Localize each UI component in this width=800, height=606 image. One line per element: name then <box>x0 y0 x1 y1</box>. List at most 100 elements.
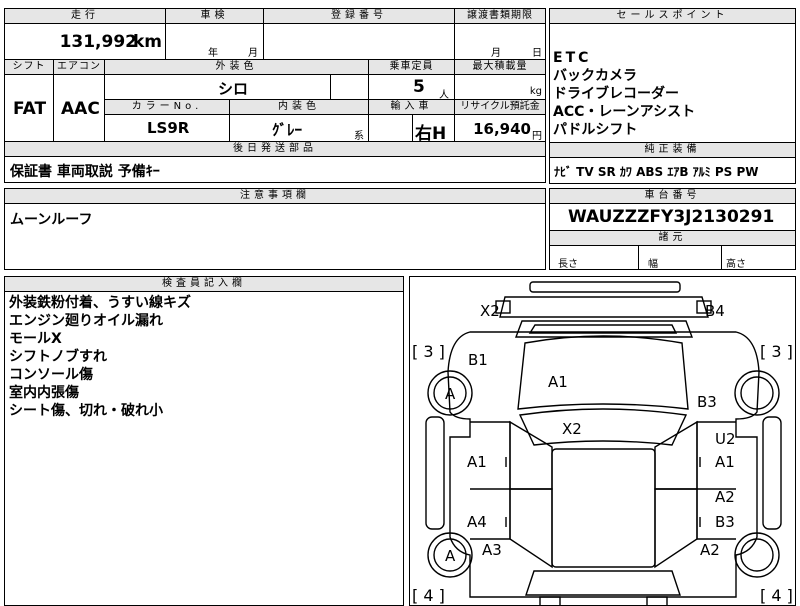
notes-header: 注意事項欄 <box>4 188 546 204</box>
mark-left-front-door: A1 <box>467 453 487 471</box>
import-value: 右H <box>415 124 447 142</box>
inspector-note: モールX <box>9 331 62 347</box>
recycle-cell: 16,940 円 <box>454 114 546 142</box>
tire-right-rear-label: [ 4 ] <box>760 586 793 605</box>
tire-left-rear-label: [ 4 ] <box>412 586 445 605</box>
dimensions-height-cell: 高さ <box>721 245 796 270</box>
dimensions-length-label: 長さ <box>558 259 578 270</box>
notes-value: ムーンルーフ <box>10 212 93 228</box>
car-diagram-box: [ 3 ] [ 3 ] [ 4 ] [ 4 ] X2 B4 B1 A A1 B3… <box>409 276 796 606</box>
interior-color-cell: ｸﾞﾚｰ 系 <box>229 114 369 142</box>
interior-color-value: ｸﾞﾚｰ <box>272 121 303 139</box>
genuine-equipment-header: 純正装備 <box>549 142 796 158</box>
inspector-note: シート傷、切れ・破れ小 <box>9 403 163 419</box>
genuine-equipment-cell: ﾅﾋﾞ TV SR ｶﾜ ABS ｴｱB ｱﾙﾐ PS PW <box>549 157 796 184</box>
import-divider <box>412 115 413 141</box>
chassis-no-value: WAUZZZFY3J2130291 <box>568 207 775 227</box>
notes-cell: ムーンルーフ <box>4 203 546 270</box>
sales-point-item: ETC <box>553 50 592 66</box>
exterior-color-divider <box>330 75 331 99</box>
transfer-month-unit: 月 <box>491 48 501 59</box>
dimensions-width-label: 幅 <box>648 259 658 270</box>
transfer-day-unit: 日 <box>532 48 542 59</box>
color-no-header: カラーNo. <box>104 99 230 115</box>
exterior-color-header: 外装色 <box>104 59 369 75</box>
capacity-header: 乗車定員 <box>368 59 455 75</box>
inspector-note: コンソール傷 <box>9 367 93 383</box>
mark-right-rear-door: B3 <box>715 513 735 531</box>
inspector-notes-list: 外装鉄粉付着、うすい線キズ エンジン廻りオイル漏れ モールX シフトノブすれ コ… <box>9 294 191 420</box>
color-no-cell: LS9R <box>104 114 230 142</box>
import-header: 輸入車 <box>368 99 455 115</box>
mark-right-front-door: A1 <box>715 453 735 471</box>
genuine-equipment-value: ﾅﾋﾞ TV SR ｶﾜ ABS ｴｱB ｱﾙﾐ PS PW <box>554 165 759 179</box>
mark-left-front-wheel: A <box>445 385 456 403</box>
color-no-value: LS9R <box>147 119 190 137</box>
later-parts-header: 後日発送部品 <box>4 141 546 157</box>
inspection-month-unit: 月 <box>248 48 258 59</box>
tire-right-front-label: [ 3 ] <box>760 342 793 361</box>
mileage-cell: 131,992 km <box>4 23 166 60</box>
transfer-deadline-cell: 月 日 <box>454 23 546 60</box>
tire-left-front-label: [ 3 ] <box>412 342 445 361</box>
interior-color-header: 内装色 <box>229 99 369 115</box>
dimensions-header: 諸元 <box>549 230 796 246</box>
mileage-header: 走行 <box>4 8 166 24</box>
mark-left-rear-door: A4 <box>467 513 487 531</box>
inspector-header: 検査員記入欄 <box>4 276 404 292</box>
sales-point-item: パドルシフト <box>553 122 638 138</box>
recycle-header: リサイクル預託金 <box>454 99 546 115</box>
inspection-year-unit: 年 <box>208 48 218 59</box>
mark-right-front-door-upper: U2 <box>715 430 736 448</box>
inspector-note: 外装鉄粉付着、うすい線キズ <box>9 295 191 311</box>
dimensions-width-cell: 幅 <box>638 245 722 270</box>
interior-color-suffix: 系 <box>354 131 364 142</box>
max-load-unit: kg <box>529 86 542 97</box>
ac-cell: AAC <box>53 74 105 142</box>
mileage-value: 131,992 <box>59 32 137 52</box>
sales-point-item: ドライブレコーダー <box>553 86 679 102</box>
registration-cell <box>263 23 455 60</box>
mark-right-rear-fender: A2 <box>700 541 720 559</box>
mark-front-right-corner: B4 <box>705 302 725 320</box>
capacity-value: 5 <box>413 77 425 97</box>
dimensions-length-cell: 長さ <box>549 245 639 270</box>
car-diagram: [ 3 ] [ 3 ] [ 4 ] [ 4 ] X2 B4 B1 A A1 B3… <box>412 281 793 605</box>
mark-left-rear-fender: A3 <box>482 541 502 559</box>
later-parts-cell: 保証書 車両取説 予備ｷｰ <box>4 156 546 183</box>
ac-value: AAC <box>61 99 100 119</box>
inspector-note: 室内内張傷 <box>9 385 79 401</box>
chassis-no-cell: WAUZZZFY3J2130291 <box>549 203 796 231</box>
transfer-deadline-header: 譲渡書類期限 <box>454 8 546 24</box>
mark-left-front-fender: B1 <box>468 351 488 369</box>
inspection-header: 車検 <box>165 8 264 24</box>
inspector-notes-cell: 外装鉄粉付着、うすい線キズ エンジン廻りオイル漏れ モールX シフトノブすれ コ… <box>4 291 404 606</box>
later-parts-value: 保証書 車両取説 予備ｷｰ <box>10 164 160 180</box>
mark-right-rear-door-upper: A2 <box>715 488 735 506</box>
inspector-note: シフトノブすれ <box>9 349 107 365</box>
mark-hood: A1 <box>548 373 568 391</box>
capacity-unit: 人 <box>439 90 449 100</box>
mileage-unit: km <box>132 32 162 52</box>
mark-windshield: X2 <box>562 420 582 438</box>
max-load-header: 最大積載量 <box>454 59 546 75</box>
shift-value: FAT <box>13 99 47 119</box>
import-cell: 右H <box>368 114 455 142</box>
shift-header: シフト <box>4 59 54 75</box>
sales-point-item: バックカメラ <box>553 68 637 84</box>
sales-points-box: ETC バックカメラ ドライブレコーダー ACC・レーンアシスト パドルシフト <box>549 23 796 143</box>
max-load-cell: kg <box>454 74 546 100</box>
chassis-no-header: 車台番号 <box>549 188 796 204</box>
capacity-cell: 5 人 <box>368 74 455 100</box>
sales-points-header: セールスポイント <box>549 8 796 24</box>
mark-right-front-fender: B3 <box>697 393 717 411</box>
ac-header: エアコン <box>53 59 105 75</box>
exterior-color-value: シロ <box>218 80 249 98</box>
recycle-value: 16,940 <box>473 120 531 138</box>
sales-point-item: ACC・レーンアシスト <box>553 104 696 120</box>
inspector-note: エンジン廻りオイル漏れ <box>9 313 163 329</box>
mark-front-left-corner: X2 <box>480 302 500 320</box>
mark-left-rear-wheel: A <box>445 547 456 565</box>
inspection-cell: 年 月 <box>165 23 264 60</box>
registration-header: 登録番号 <box>263 8 455 24</box>
